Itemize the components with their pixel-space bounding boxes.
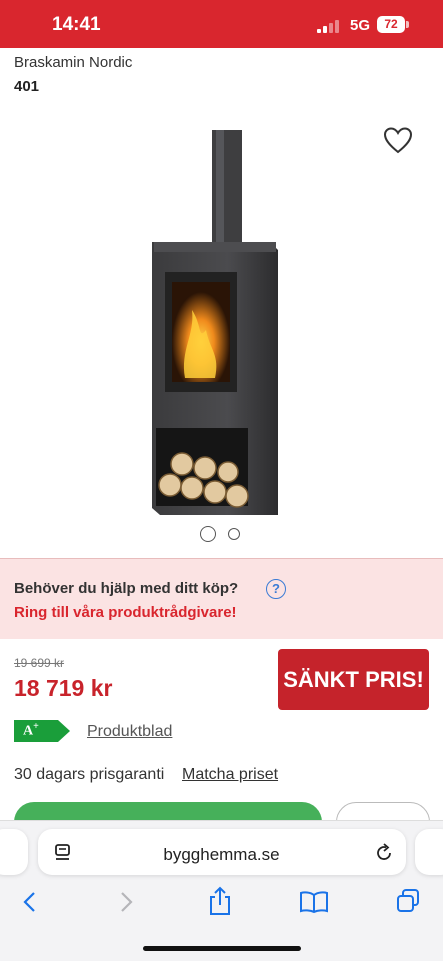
- energy-class-plus: +: [33, 721, 39, 732]
- tabs-icon[interactable]: [395, 888, 421, 914]
- bookmarks-book-icon[interactable]: [299, 890, 329, 914]
- cellular-signal-icon: [317, 19, 341, 33]
- reload-icon[interactable]: [374, 843, 394, 863]
- battery-icon: 72: [377, 16, 405, 33]
- energy-class-label: A+: [23, 721, 39, 740]
- product-image[interactable]: [140, 130, 300, 525]
- help-info-icon[interactable]: ?: [266, 579, 286, 599]
- current-price: 18 719 kr: [14, 675, 113, 701]
- call-advisor-link[interactable]: Ring till våra produktrådgivare!: [14, 604, 237, 621]
- product-model: 401: [14, 78, 40, 95]
- favorite-heart-icon[interactable]: [383, 126, 413, 154]
- original-price: 19 699 kr: [14, 656, 65, 670]
- back-arrow-icon[interactable]: [20, 890, 40, 914]
- status-bar: 14:41 5G 72: [0, 0, 443, 48]
- help-banner: Behöver du hjälp med ditt köp? ? Ring ti…: [0, 558, 443, 639]
- share-icon[interactable]: [207, 886, 233, 916]
- energy-class-letter: A: [23, 723, 34, 739]
- image-carousel-indicator[interactable]: [198, 524, 248, 544]
- home-indicator[interactable]: [143, 946, 301, 951]
- carousel-dot[interactable]: [228, 528, 240, 540]
- battery-tip: [406, 21, 409, 28]
- forward-arrow-icon[interactable]: [116, 890, 136, 914]
- product-brand: Braskamin Nordic: [14, 54, 133, 71]
- carousel-dot-active[interactable]: [200, 526, 216, 542]
- help-question: Behöver du hjälp med ditt köp?: [14, 580, 239, 597]
- price-reduced-badge: SÄNKT PRIS!: [278, 649, 429, 710]
- price-guarantee-text: 30 dagars prisgaranti: [14, 766, 165, 783]
- network-type: 5G: [350, 17, 371, 34]
- product-sheet-link[interactable]: Produktblad: [87, 723, 172, 741]
- status-time: 14:41: [52, 14, 101, 35]
- match-price-link[interactable]: Matcha priset: [182, 766, 278, 784]
